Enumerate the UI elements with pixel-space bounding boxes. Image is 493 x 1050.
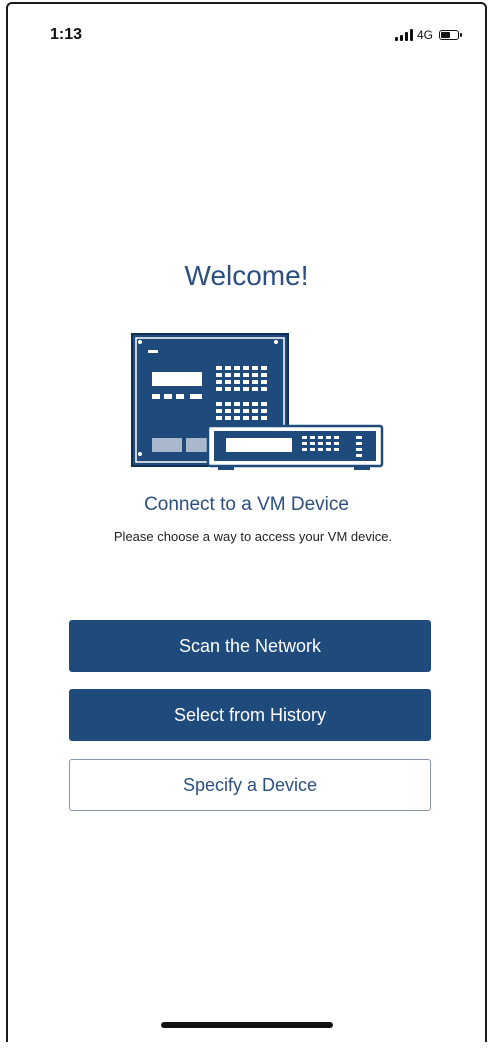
vm-device-illustration — [126, 330, 388, 478]
battery-icon — [439, 30, 462, 40]
connect-heading: Connect to a VM Device — [144, 494, 349, 515]
status-time: 1:13 — [50, 26, 83, 43]
phone-screen: 1:13 4G Welcome! Connect to a VM Device … — [6, 2, 487, 1042]
select-history-button[interactable]: Select from History — [69, 689, 431, 741]
signal-bars-icon — [394, 29, 413, 41]
status-indicators: 4G — [394, 28, 462, 42]
specify-device-button[interactable]: Specify a Device — [69, 759, 431, 811]
instruction-text: Please choose a way to access your VM de… — [113, 529, 393, 544]
home-indicator[interactable] — [160, 1022, 333, 1028]
network-type: 4G — [416, 28, 433, 42]
status-bar: 1:13 4G — [8, 26, 485, 50]
scan-network-button[interactable]: Scan the Network — [69, 620, 431, 672]
page-title: Welcome! — [184, 260, 309, 291]
battery-fill — [441, 32, 450, 38]
